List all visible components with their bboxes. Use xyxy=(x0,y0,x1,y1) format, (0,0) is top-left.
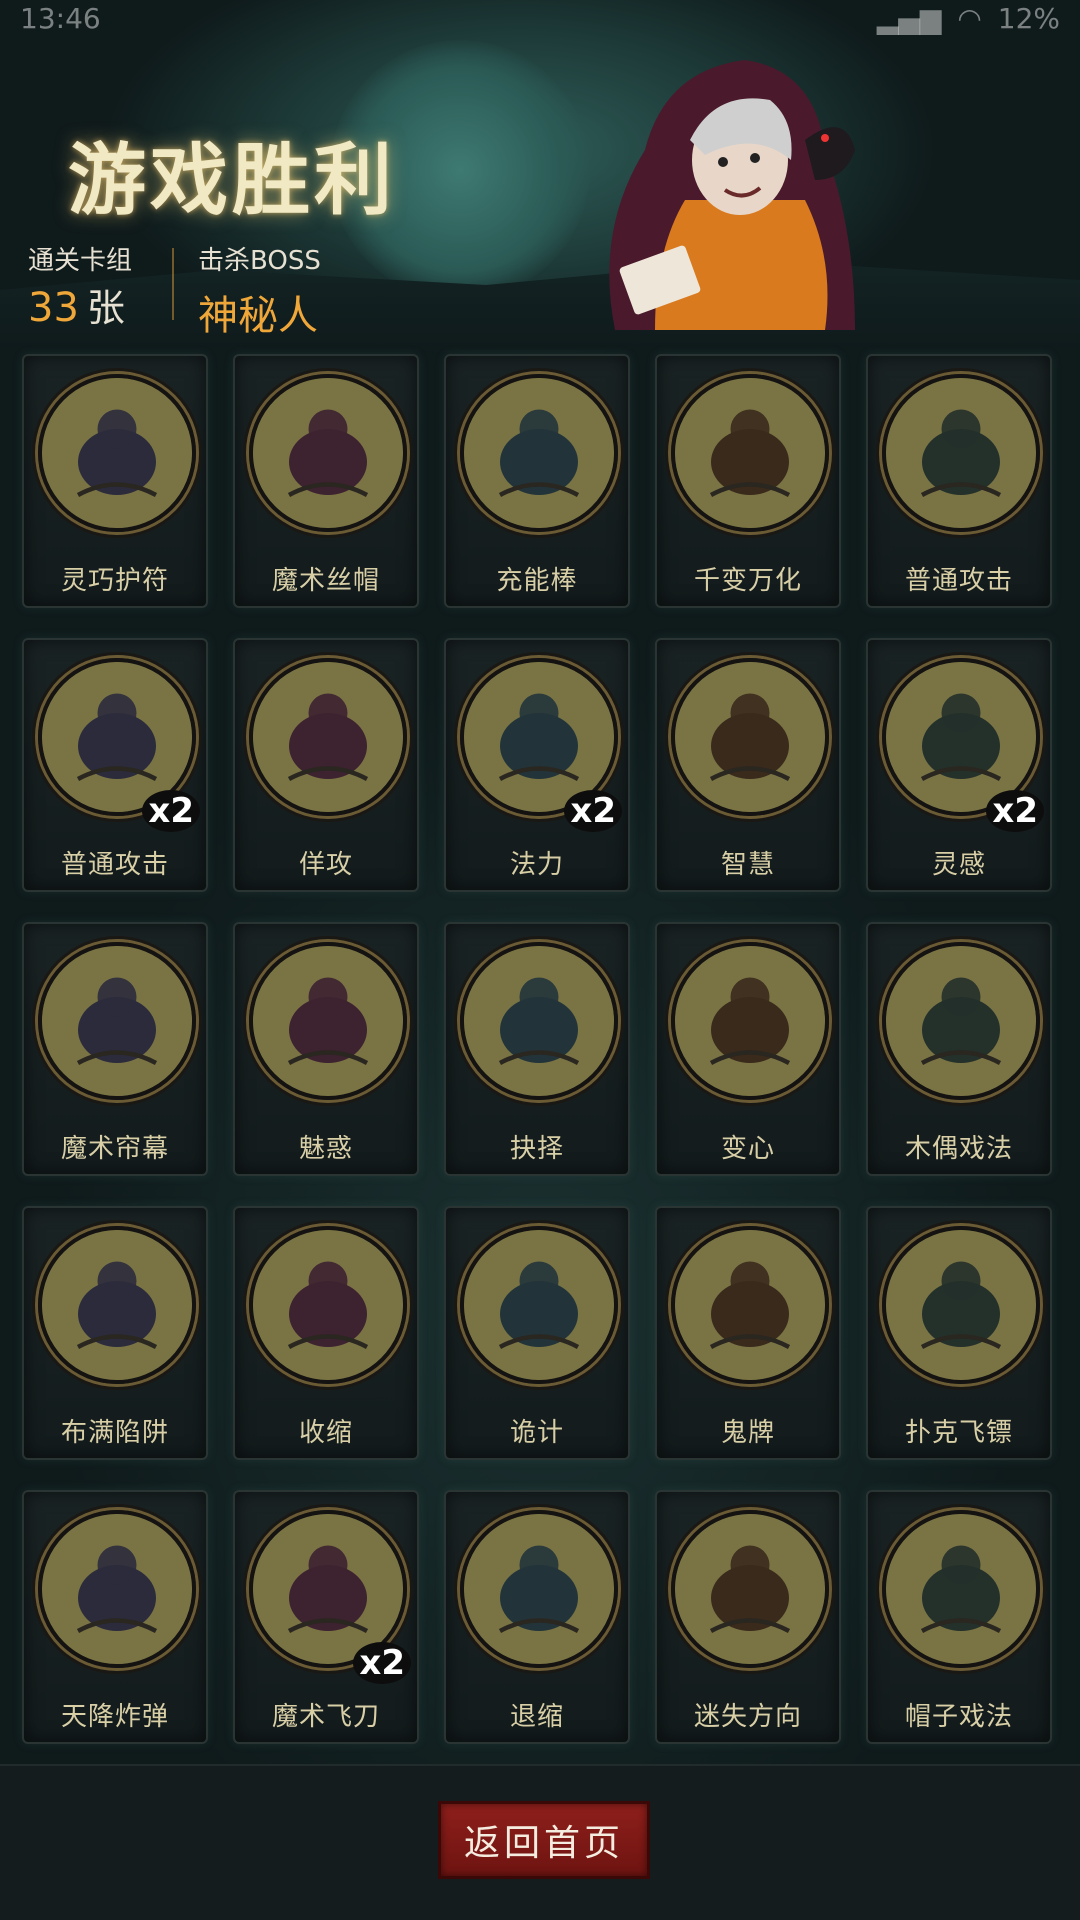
card-item[interactable]: 魔术丝帽 xyxy=(233,354,419,608)
card-item[interactable]: 魅惑 xyxy=(233,922,419,1176)
card-label: 收缩 xyxy=(298,1418,353,1448)
card-item[interactable]: x2 普通攻击 xyxy=(22,638,208,892)
card-label: 魔术飞刀 xyxy=(271,1702,380,1732)
card-item[interactable]: 诡计 xyxy=(444,1206,630,1460)
status-bar: 13:46 ▂▄▆ ◠ 12% xyxy=(0,0,1080,36)
card-label: 魔术丝帽 xyxy=(271,566,380,596)
card-label: 普通攻击 xyxy=(904,566,1013,596)
card-label: 普通攻击 xyxy=(60,850,169,880)
card-label: 灵巧护符 xyxy=(60,566,169,596)
card-label: 佯攻 xyxy=(298,850,353,880)
card-label: 灵感 xyxy=(931,850,986,880)
joker-skull-icon xyxy=(671,1226,829,1384)
card-label: 魔术帘幕 xyxy=(60,1134,169,1164)
jack-in-box-icon xyxy=(671,374,829,532)
battery-value: 12% xyxy=(997,1,1060,35)
rabbit-hat-icon xyxy=(882,1510,1040,1668)
card-item[interactable]: 扑克飞镖 xyxy=(866,1206,1052,1460)
witch-boss-portrait xyxy=(609,60,855,330)
card-label: 布满陷阱 xyxy=(60,1418,169,1448)
wand-icon xyxy=(460,374,618,532)
card-item[interactable]: 天降炸弹 xyxy=(22,1490,208,1744)
shrink-cowboy-icon xyxy=(249,1226,407,1384)
card-item[interactable]: 变心 xyxy=(655,922,841,1176)
card-item[interactable]: 抉择 xyxy=(444,922,630,1176)
card-label: 法力 xyxy=(509,850,564,880)
signal-icon: ▂▄▆ xyxy=(876,1,942,35)
card-count-badge: x2 xyxy=(986,790,1044,832)
card-item[interactable]: 鬼牌 xyxy=(655,1206,841,1460)
card-label: 鬼牌 xyxy=(720,1418,775,1448)
card-label: 木偶戏法 xyxy=(904,1134,1013,1164)
card-label: 扑克飞镖 xyxy=(904,1418,1013,1448)
status-icons: ▂▄▆ ◠ 12% xyxy=(877,2,1060,35)
card-item[interactable]: 退缩 xyxy=(444,1490,630,1744)
card-label: 迷失方向 xyxy=(693,1702,802,1732)
card-item[interactable]: 灵巧护符 xyxy=(22,354,208,608)
curtain-hat-icon xyxy=(38,942,196,1100)
deck-stat: 通关卡组 33 张 xyxy=(28,240,132,332)
card-item[interactable]: 智慧 xyxy=(655,638,841,892)
card-count-badge: x2 xyxy=(142,790,200,832)
wifi-icon: ◠ xyxy=(957,1,982,35)
card-item[interactable]: 木偶戏法 xyxy=(866,922,1052,1176)
status-time: 13:46 xyxy=(20,1,101,35)
spike-trap-icon xyxy=(38,1226,196,1384)
return-home-button[interactable]: 返回首页 xyxy=(438,1801,650,1879)
card-count-badge: x2 xyxy=(564,790,622,832)
deck-stat-unit: 张 xyxy=(86,286,125,330)
card-label: 诡计 xyxy=(509,1418,564,1448)
imp-heart-icon xyxy=(671,942,829,1100)
card-label: 退缩 xyxy=(509,1702,564,1732)
card-item[interactable]: 佯攻 xyxy=(233,638,419,892)
boss-stat: 击杀BOSS 神秘人 xyxy=(198,240,321,341)
card-label: 帽子戏法 xyxy=(904,1702,1013,1732)
balloon-bomb-icon xyxy=(38,1510,196,1668)
wizard-icon xyxy=(460,942,618,1100)
boss-stat-label: 击杀BOSS xyxy=(198,246,321,276)
card-item[interactable]: 普通攻击 xyxy=(866,354,1052,608)
deck-stat-label: 通关卡组 xyxy=(28,246,133,276)
puppet-icon xyxy=(882,942,1040,1100)
card-players-icon xyxy=(460,1226,618,1384)
victory-title: 游戏胜利 xyxy=(68,136,397,226)
card-label: 抉择 xyxy=(509,1134,564,1164)
feather-strike-icon xyxy=(882,374,1040,532)
charmed-goat-icon xyxy=(249,942,407,1100)
retreat-icon xyxy=(460,1510,618,1668)
card-item[interactable]: x2 魔术飞刀 xyxy=(233,1490,419,1744)
card-item[interactable]: x2 法力 xyxy=(444,638,630,892)
card-label: 变心 xyxy=(720,1134,775,1164)
bandit-icon xyxy=(249,658,407,816)
stat-divider xyxy=(172,248,174,320)
footer-bar: 返回首页 xyxy=(0,1764,1080,1920)
flying-card-icon xyxy=(882,1226,1040,1384)
card-item[interactable]: x2 灵感 xyxy=(866,638,1052,892)
amulet-icon xyxy=(38,374,196,532)
card-item[interactable]: 迷失方向 xyxy=(655,1490,841,1744)
card-grid: 灵巧护符 魔术丝帽 充能棒 千变万化 普通攻击 x2 普通攻击 佯攻 x2 法力 智慧 x2 灵感 魔术帘… xyxy=(22,354,1058,1744)
deck-stat-value: 33 xyxy=(28,285,79,331)
card-item[interactable]: 充能棒 xyxy=(444,354,630,608)
card-count-badge: x2 xyxy=(353,1642,411,1684)
card-label: 天降炸弹 xyxy=(60,1702,169,1732)
scholar-icon xyxy=(671,658,829,816)
signpost-icon xyxy=(671,1510,829,1668)
card-item[interactable]: 帽子戏法 xyxy=(866,1490,1052,1744)
card-label: 千变万化 xyxy=(693,566,802,596)
card-item[interactable]: 布满陷阱 xyxy=(22,1206,208,1460)
top-hat-icon xyxy=(249,374,407,532)
victory-header: 游戏胜利 通关卡组 33 张 击杀BOSS 神秘人 xyxy=(0,0,1080,350)
card-label: 充能棒 xyxy=(496,566,578,596)
card-label: 智慧 xyxy=(720,850,775,880)
boss-stat-value: 神秘人 xyxy=(198,293,318,339)
card-item[interactable]: 千变万化 xyxy=(655,354,841,608)
card-label: 魅惑 xyxy=(298,1134,353,1164)
card-item[interactable]: 魔术帘幕 xyxy=(22,922,208,1176)
card-item[interactable]: 收缩 xyxy=(233,1206,419,1460)
